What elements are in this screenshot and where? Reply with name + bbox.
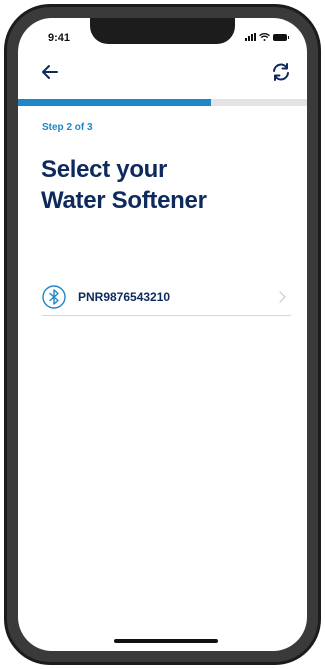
progress-bar <box>18 99 307 106</box>
home-indicator <box>114 639 218 643</box>
refresh-icon <box>273 63 289 81</box>
wifi-icon <box>259 33 270 41</box>
app-screen: 9:41 Step 2 of 3 Select your Water Softe… <box>18 18 307 651</box>
page-title-line2: Water Softener <box>41 187 207 214</box>
chevron-right-icon <box>279 290 286 303</box>
bluetooth-icon <box>42 284 66 309</box>
progress-fill <box>18 99 211 106</box>
battery-icon <box>273 33 289 41</box>
signal-icon <box>245 33 256 41</box>
device-name: PNR9876543210 <box>78 289 171 304</box>
step-label: Step 2 of 3 <box>42 122 93 133</box>
arrow-left-icon <box>42 65 58 79</box>
page-title: Select your Water Softener <box>41 154 281 216</box>
page-title-line1: Select your <box>41 156 168 183</box>
status-icons <box>245 33 289 41</box>
status-time: 9:41 <box>48 32 71 44</box>
back-button[interactable] <box>38 62 62 82</box>
device-list-item[interactable]: PNR9876543210 <box>42 278 291 316</box>
notch <box>90 18 235 44</box>
refresh-button[interactable] <box>269 60 293 84</box>
